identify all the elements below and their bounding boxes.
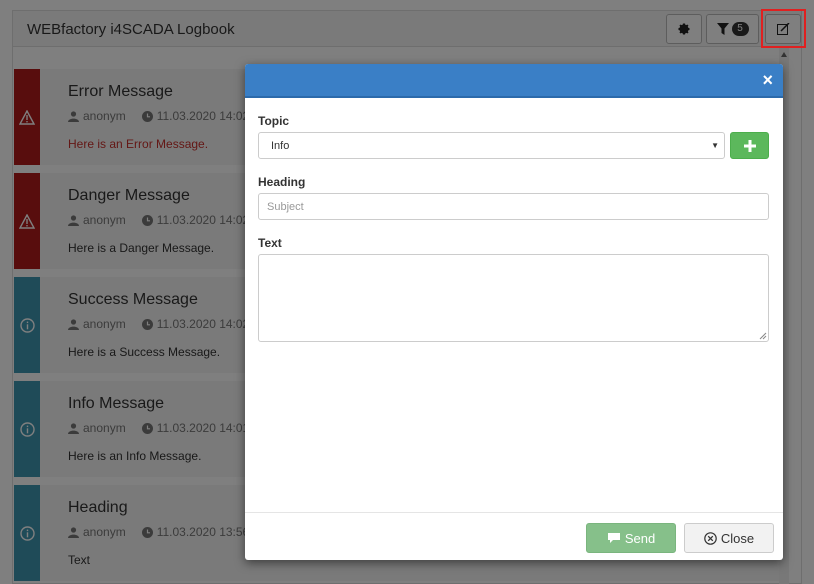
heading-label: Heading (258, 175, 306, 189)
comment-icon (607, 533, 620, 543)
dialog-header: × (245, 64, 783, 98)
heading-placeholder: Subject (267, 201, 304, 213)
heading-input[interactable]: Subject (258, 193, 769, 220)
topic-selected-value: Info (271, 140, 290, 152)
resize-handle-icon[interactable] (759, 332, 767, 340)
plus-icon (743, 139, 756, 152)
close-label: Close (720, 530, 755, 546)
send-button[interactable]: Send (586, 523, 676, 553)
close-button[interactable]: Close (684, 523, 774, 553)
chevron-down-icon: ▼ (711, 141, 719, 150)
close-circle-icon (704, 531, 717, 545)
topic-select[interactable]: Info ▼ (258, 132, 725, 159)
new-entry-dialog: × Topic Info ▼ Heading Subject Text Send (245, 64, 783, 560)
highlight-box (761, 9, 806, 48)
dialog-footer: Send Close (245, 512, 783, 560)
text-area[interactable] (258, 254, 769, 342)
close-icon[interactable]: × (762, 71, 773, 89)
send-label: Send (624, 530, 656, 546)
add-topic-button[interactable] (730, 132, 769, 159)
topic-label: Topic (258, 114, 290, 128)
text-label: Text (258, 236, 282, 250)
